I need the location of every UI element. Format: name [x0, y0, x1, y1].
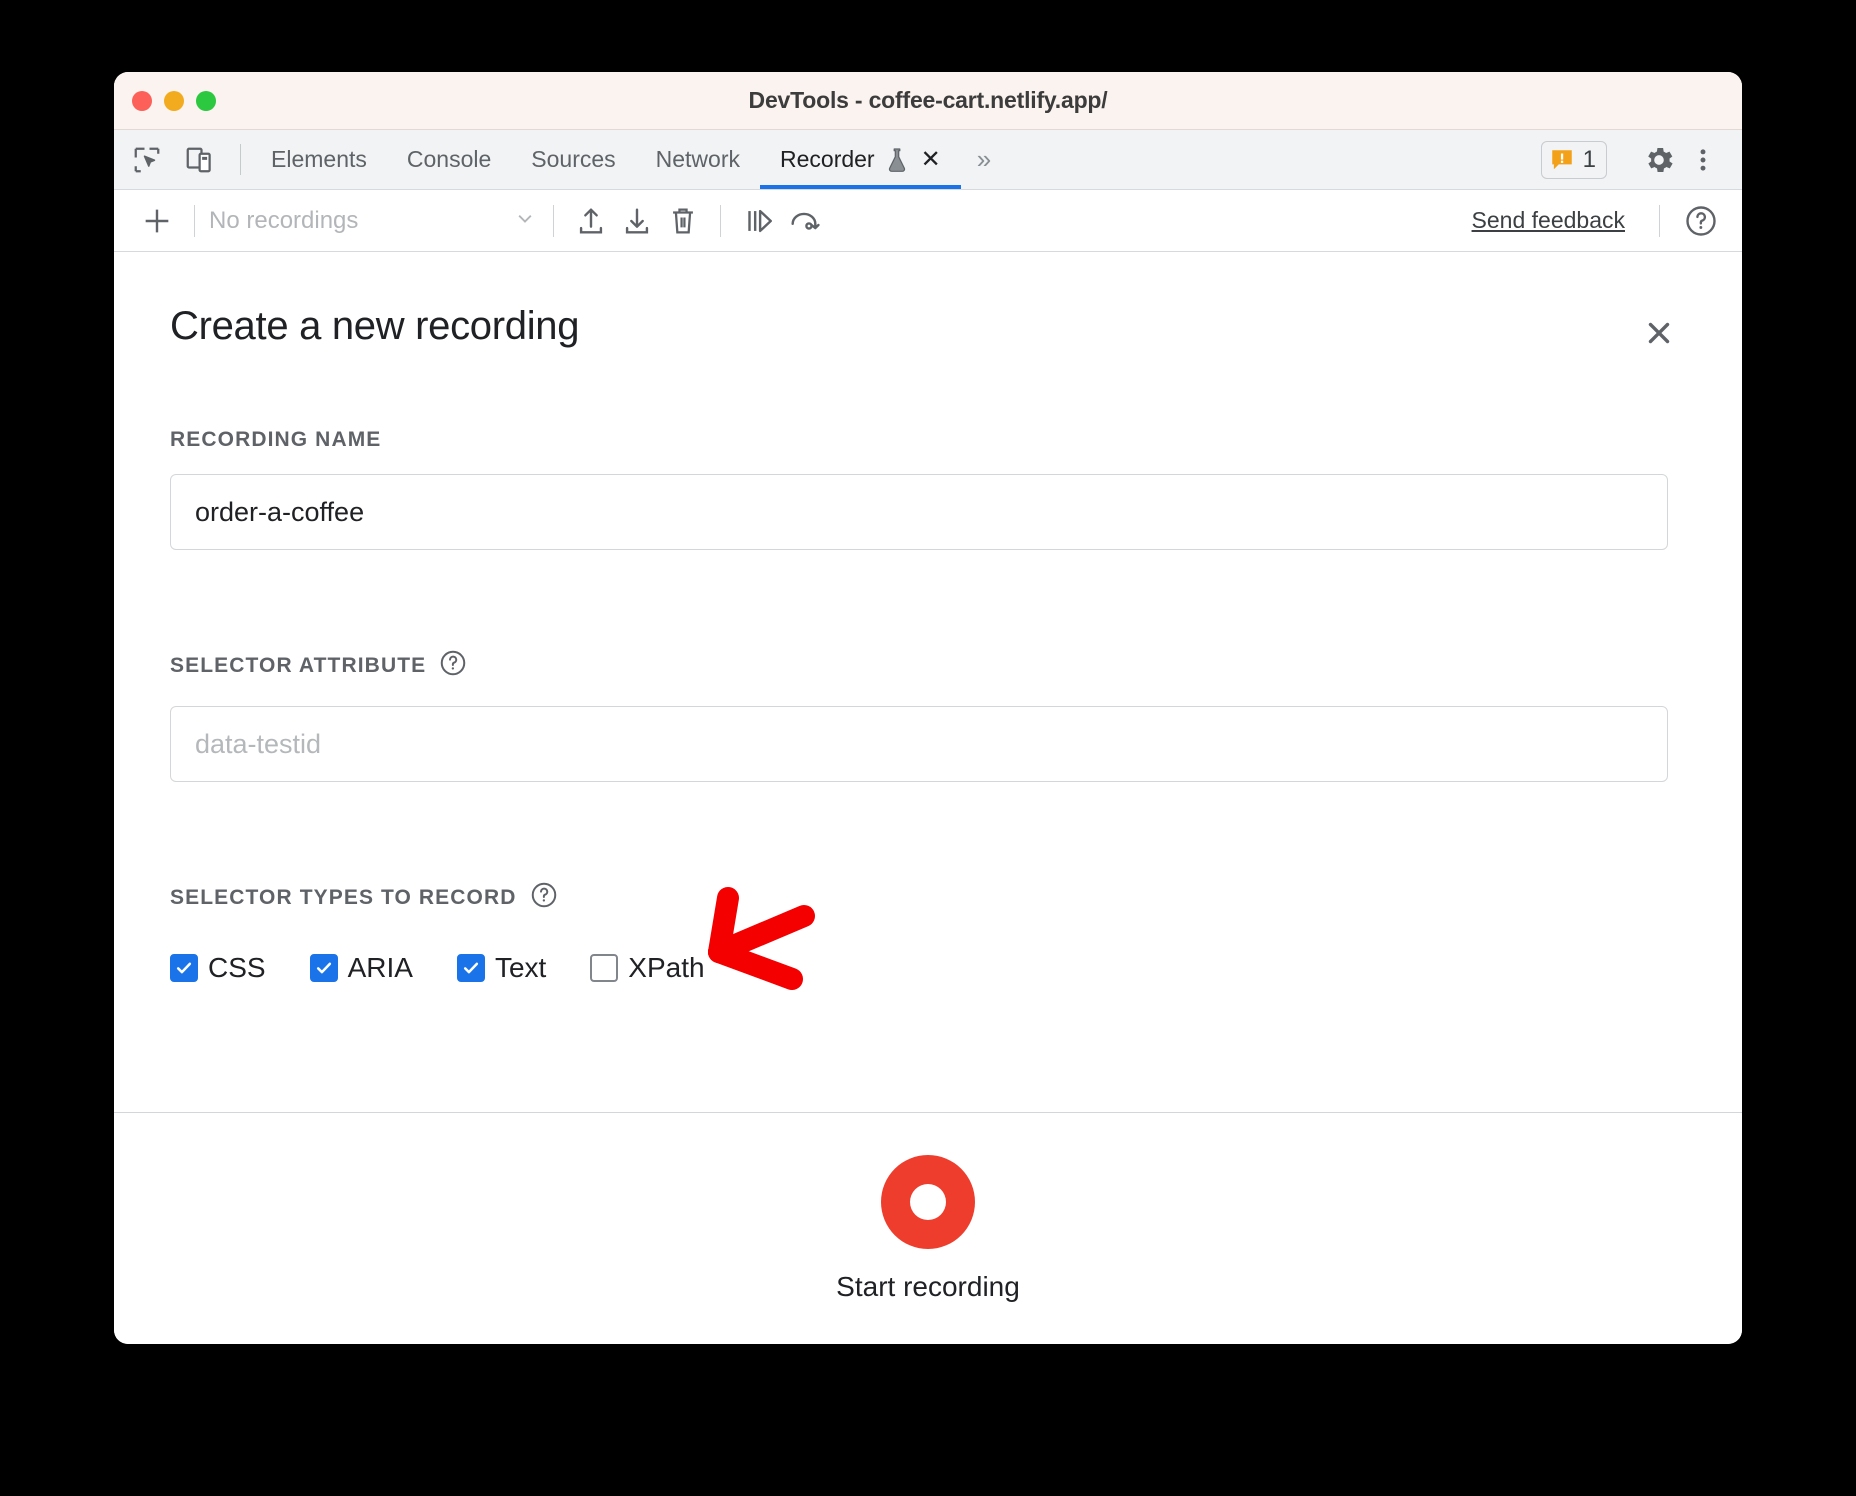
- selector-attribute-label-text: SELECTOR ATTRIBUTE: [170, 654, 426, 678]
- warnings-badge[interactable]: 1: [1541, 141, 1607, 179]
- three-dot-menu-icon[interactable]: [1684, 141, 1722, 179]
- inspect-element-icon[interactable]: [128, 141, 166, 179]
- selector-types-group: SELECTOR TYPES TO RECORD: [170, 880, 1686, 984]
- tab-console[interactable]: Console: [387, 130, 511, 189]
- delete-recording-icon[interactable]: [660, 198, 706, 244]
- warning-icon: [1549, 147, 1575, 173]
- recording-name-label: RECORDING NAME: [170, 428, 1686, 452]
- step-over-icon[interactable]: [735, 198, 781, 244]
- selector-type-xpath-label: XPath: [628, 952, 704, 984]
- record-circle-icon[interactable]: [881, 1155, 975, 1249]
- tabbar-divider: [240, 144, 241, 175]
- export-recording-icon[interactable]: [568, 198, 614, 244]
- devtools-tabbar-right: 1: [1541, 130, 1742, 189]
- experimental-flask-icon: [885, 147, 909, 173]
- toolbar-divider-2: [553, 205, 554, 237]
- selector-type-aria-label: ARIA: [348, 952, 413, 984]
- add-recording-button[interactable]: [134, 198, 180, 244]
- import-recording-icon[interactable]: [614, 198, 660, 244]
- selector-attribute-input[interactable]: data-testid: [170, 706, 1668, 782]
- chevron-down-icon: [511, 204, 539, 237]
- help-circle-icon[interactable]: [529, 880, 559, 916]
- toolbar-divider-4: [1659, 205, 1660, 237]
- devtools-tabs: Elements Console Sources Network Recorde…: [251, 130, 961, 189]
- tab-label: Elements: [271, 146, 367, 173]
- device-toolbar-icon[interactable]: [180, 141, 218, 179]
- selector-types-options: CSS ARIA: [170, 952, 1686, 984]
- tab-label: Recorder: [780, 146, 875, 173]
- window-titlebar: DevTools - coffee-cart.netlify.app/: [114, 72, 1742, 130]
- replay-icon[interactable]: [781, 198, 827, 244]
- selector-types-label: SELECTOR TYPES TO RECORD: [170, 880, 1686, 916]
- recordings-select-value: No recordings: [209, 207, 511, 235]
- gear-icon[interactable]: [1640, 141, 1678, 179]
- selector-type-aria[interactable]: ARIA: [310, 952, 413, 984]
- selector-type-text-label: Text: [495, 952, 546, 984]
- tab-recorder[interactable]: Recorder ✕: [760, 130, 961, 189]
- warnings-count: 1: [1583, 146, 1596, 174]
- selector-type-xpath[interactable]: XPath: [590, 952, 704, 984]
- recorder-toolbar: No recordings: [114, 190, 1742, 252]
- selector-type-css-label: CSS: [208, 952, 266, 984]
- more-tabs-icon[interactable]: »: [961, 130, 1007, 189]
- close-panel-button[interactable]: [1636, 310, 1682, 356]
- recording-name-label-text: RECORDING NAME: [170, 428, 381, 452]
- create-recording-body: Create a new recording RECORDING NAME or…: [114, 252, 1742, 984]
- devtools-tool-icons: [128, 130, 230, 189]
- minimize-window-button[interactable]: [164, 91, 184, 111]
- devtools-window: DevTools - coffee-cart.netlify.app/: [114, 72, 1742, 1344]
- help-circle-icon[interactable]: [1678, 198, 1724, 244]
- page-title: Create a new recording: [170, 304, 579, 349]
- window-title: DevTools - coffee-cart.netlify.app/: [114, 87, 1742, 114]
- recording-name-group: RECORDING NAME order-a-coffee: [170, 428, 1686, 550]
- create-recording-panel: Create a new recording RECORDING NAME or…: [114, 252, 1742, 1344]
- record-inner-dot: [910, 1184, 946, 1220]
- toolbar-divider-3: [720, 205, 721, 237]
- zoom-window-button[interactable]: [196, 91, 216, 111]
- checkbox-xpath[interactable]: [590, 954, 618, 982]
- panel-header: Create a new recording: [170, 304, 1686, 356]
- recorder-toolbar-right: Send feedback: [1472, 198, 1724, 244]
- toolbar-divider-1: [194, 205, 195, 237]
- checkbox-aria[interactable]: [310, 954, 338, 982]
- start-recording-label: Start recording: [836, 1271, 1020, 1303]
- tab-label: Sources: [531, 146, 615, 173]
- selector-types-label-text: SELECTOR TYPES TO RECORD: [170, 886, 517, 910]
- tab-network[interactable]: Network: [636, 130, 760, 189]
- send-feedback-link[interactable]: Send feedback: [1472, 207, 1641, 234]
- selector-attribute-group: SELECTOR ATTRIBUTE data-testid: [170, 648, 1686, 782]
- selector-type-text[interactable]: Text: [457, 952, 546, 984]
- window-controls: [132, 72, 216, 130]
- screenshot-root: DevTools - coffee-cart.netlify.app/: [0, 0, 1856, 1496]
- help-circle-icon[interactable]: [438, 648, 468, 684]
- close-recorder-tab-icon[interactable]: ✕: [921, 148, 941, 172]
- selector-attribute-label: SELECTOR ATTRIBUTE: [170, 648, 1686, 684]
- tab-label: Console: [407, 146, 491, 173]
- checkbox-text[interactable]: [457, 954, 485, 982]
- start-recording-footer: Start recording: [114, 1112, 1742, 1344]
- tab-elements[interactable]: Elements: [251, 130, 387, 189]
- tab-label: Network: [656, 146, 740, 173]
- close-window-button[interactable]: [132, 91, 152, 111]
- recording-name-input[interactable]: order-a-coffee: [170, 474, 1668, 550]
- selector-type-css[interactable]: CSS: [170, 952, 266, 984]
- devtools-tabbar: Elements Console Sources Network Recorde…: [114, 130, 1742, 190]
- checkbox-css[interactable]: [170, 954, 198, 982]
- recordings-select[interactable]: No recordings: [209, 204, 539, 237]
- tab-sources[interactable]: Sources: [511, 130, 635, 189]
